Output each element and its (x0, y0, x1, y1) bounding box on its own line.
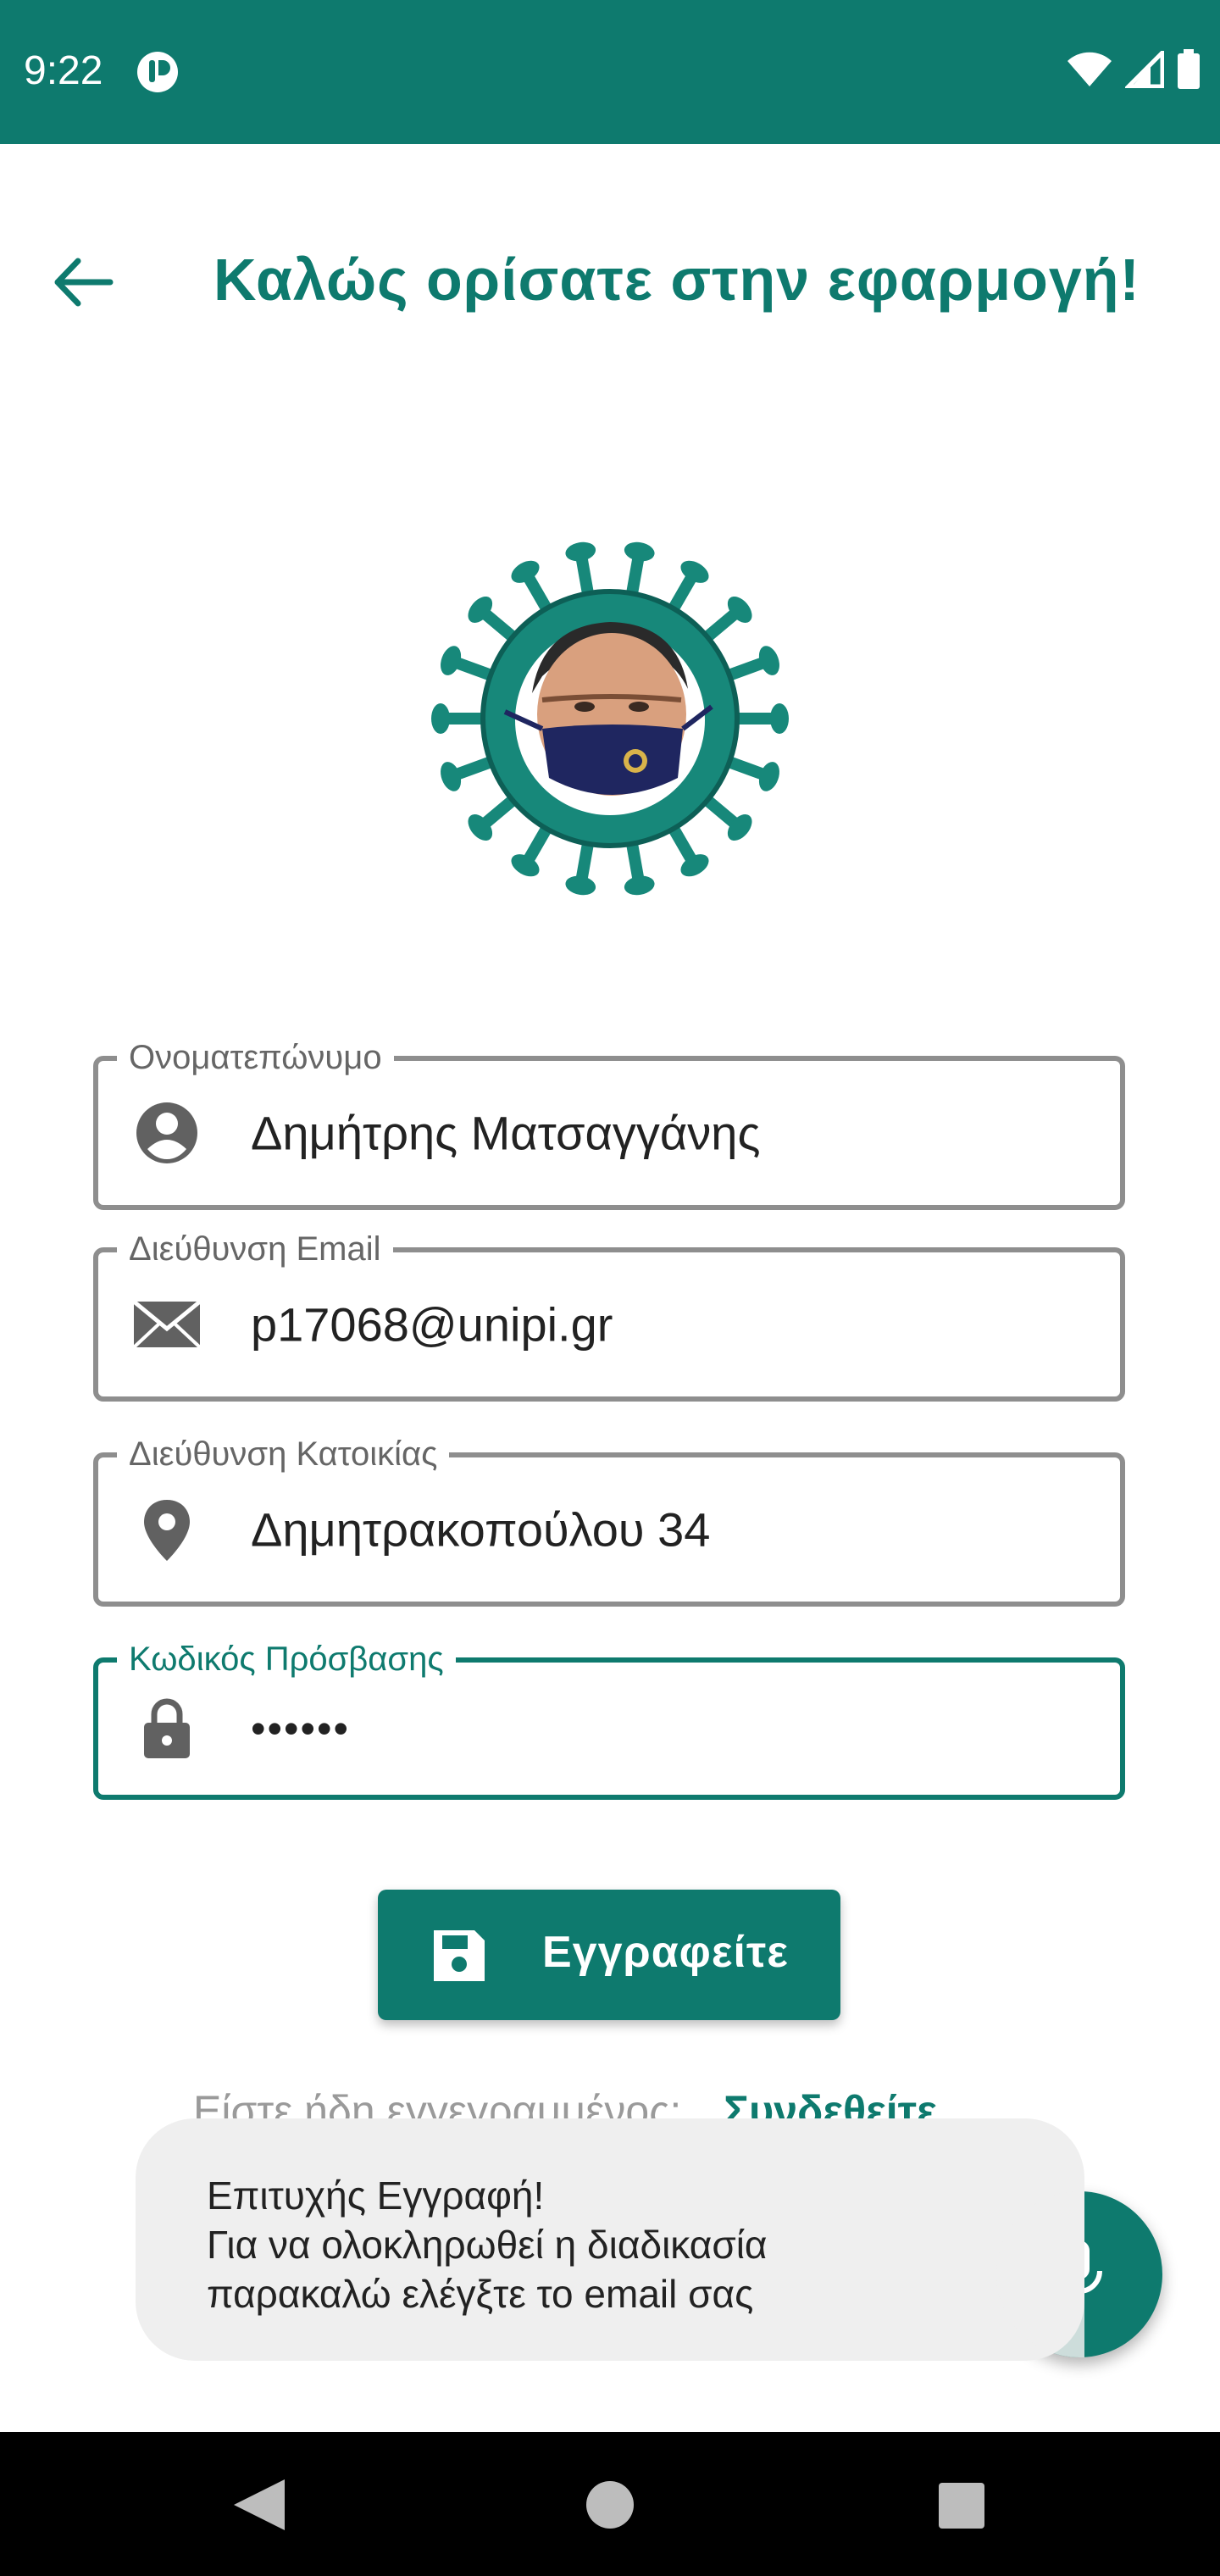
nav-back-icon[interactable] (229, 2478, 288, 2532)
location-pin-icon (144, 1500, 190, 1561)
email-label: Διεύθυνση Email (117, 1229, 393, 1269)
virus-spike-cap (565, 875, 596, 896)
toast-line-1: Επιτυχής Εγγραφή! (207, 2174, 545, 2218)
register-button-label: Εγγραφείτε (542, 1928, 789, 1977)
address-label: Διεύθυνση Κατοικίας (117, 1434, 450, 1474)
address-input[interactable]: Δημητρακοπούλου 34 (251, 1502, 710, 1557)
nav-home-icon[interactable] (586, 2481, 634, 2529)
status-time: 9:22 (24, 48, 103, 93)
status-bar: 9:22 (0, 0, 1220, 144)
virus-spike-cap (624, 541, 655, 562)
register-button[interactable]: Εγγραφείτε (378, 1890, 840, 2020)
wifi-icon (1068, 52, 1112, 86)
toast-line-3: παρακαλώ ελέγξτε το email σας (207, 2272, 754, 2316)
virus-spike-cap (565, 541, 596, 562)
account-circle-icon (136, 1102, 197, 1163)
virus-spike-cap (431, 703, 450, 734)
email-input[interactable]: p17068@unipi.gr (251, 1297, 613, 1352)
app-notification-icon (137, 52, 178, 92)
success-toast: Επιτυχής Εγγραφή! Για να ολοκληρωθεί η δ… (136, 2118, 1084, 2361)
password-label: Κωδικός Πρόσβασης (117, 1639, 456, 1679)
battery-icon (1178, 49, 1200, 89)
full-name-input[interactable]: Δημήτρης Ματσαγγάνης (251, 1106, 760, 1161)
signal-icon (1125, 51, 1164, 88)
nav-recents-icon[interactable] (939, 2483, 984, 2529)
back-arrow-icon[interactable] (49, 253, 117, 312)
password-field[interactable]: Κωδικός Πρόσβασης •••••• (93, 1639, 1125, 1800)
lock-icon (144, 1698, 190, 1758)
app-logo (431, 541, 789, 896)
email-field[interactable]: Διεύθυνση Email p17068@unipi.gr (93, 1229, 1125, 1402)
virus-spike-cap (770, 703, 789, 734)
full-name-label: Ονοματεπώνυμο (117, 1037, 394, 1078)
full-name-field[interactable]: Ονοματεπώνυμο Δημήτρης Ματσαγγάνης (93, 1037, 1125, 1210)
toast-message: Επιτυχής Εγγραφή! Για να ολοκληρωθεί η δ… (207, 2171, 768, 2318)
virus-spike-cap (624, 875, 655, 896)
address-field[interactable]: Διεύθυνση Κατοικίας Δημητρακοπούλου 34 (93, 1434, 1125, 1607)
status-icons (1066, 49, 1201, 90)
toast-line-2: Για να ολοκληρωθεί η διαδικασία (207, 2223, 768, 2267)
page-title: Καλώς ορίσατε στην εφαρμογή! (214, 247, 1140, 313)
save-icon (434, 1930, 485, 1981)
envelope-icon (132, 1300, 202, 1349)
password-input[interactable]: •••••• (251, 1704, 350, 1753)
